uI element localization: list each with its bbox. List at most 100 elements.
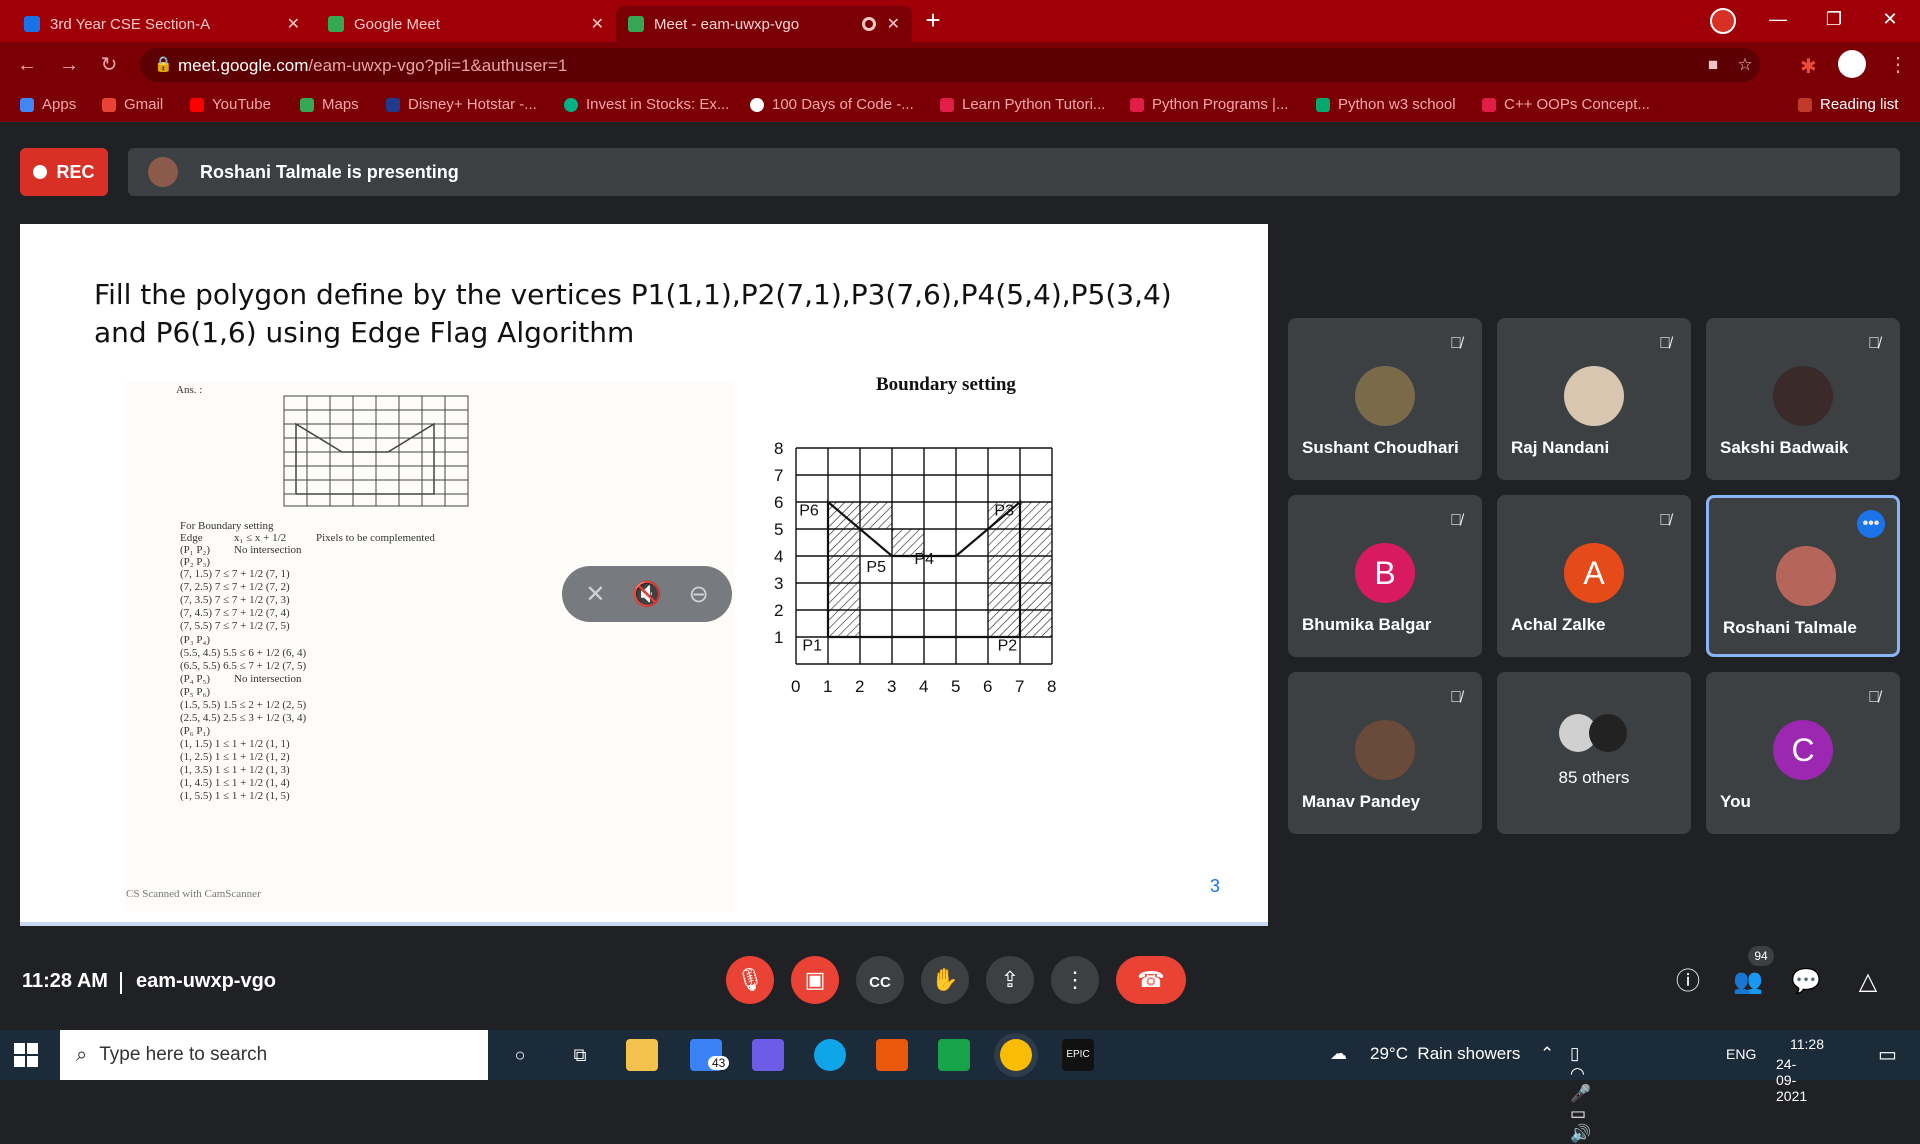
bookmark-gmail[interactable]: Gmail [102,96,163,113]
camera-icon[interactable]: ■ [1702,54,1724,76]
meeting-details-button[interactable]: ⓘ [1672,966,1704,998]
vertex-label: P5 [866,559,886,576]
new-tab-button[interactable]: + [920,7,946,34]
mute-presentation-icon[interactable]: 🔇 [632,580,662,609]
close-icon[interactable]: ✕ [1862,0,1918,38]
captions-icon: CC [869,974,891,991]
cortana-icon[interactable]: ○ [504,1039,536,1071]
extension-icon[interactable]: ✱ [1800,54,1817,79]
participant-tile[interactable]: 🎙̸ B Bhumika Balgar [1288,495,1482,657]
others-tile[interactable]: 85 others [1497,672,1691,834]
reload-icon[interactable]: ↻ [96,52,122,78]
close-tab-icon[interactable]: ✕ [287,14,300,34]
math-app-icon[interactable] [752,1039,784,1071]
chevron-up-icon[interactable]: ⌃ [1540,1044,1554,1064]
presenter-avatar [148,157,178,187]
chat-button[interactable]: 💬 [1790,966,1822,998]
participant-tile[interactable]: 🎙̸ Sushant Choudhari [1288,318,1482,480]
scan-text: (1, 3.5) 1 ≤ 1 + 1/2 (1, 3) [180,764,290,776]
tab-classroom[interactable]: 3rd Year CSE Section-A ✕ [12,6,312,42]
more-options-button[interactable]: ⋮ [1051,956,1099,1004]
epic-games-icon[interactable]: EPIC [1062,1039,1094,1071]
url-text: meet.google.com/eam-uwxp-vgo?pli=1&authu… [178,56,567,76]
avatar [1355,366,1415,426]
vertex-label: P6 [799,503,819,520]
raise-hand-button[interactable]: ✋ [921,956,969,1004]
bookmark-youtube[interactable]: YouTube [190,96,271,113]
participant-tile[interactable]: 🎙̸ A Achal Zalke [1497,495,1691,657]
activities-icon: △ [1858,968,1878,995]
participant-name: Sushant Choudhari [1302,438,1459,457]
y-axis-labels: 1 2 3 4 5 6 7 8 [774,439,783,647]
mic-off-icon: 🎙̸ [1450,335,1462,352]
tab-google-meet[interactable]: Google Meet ✕ [316,6,616,42]
bookmark-learn-python[interactable]: Learn Python Tutori... [940,96,1105,113]
mail-badge: 43 [708,1056,730,1070]
y-tick-label: 4 [774,547,783,566]
language-indicator[interactable]: ENG [1726,1046,1756,1062]
office-icon[interactable] [876,1039,908,1071]
scan-text: (1.5, 5.5) 1.5 ≤ 2 + 1/2 (2, 5) [180,699,307,711]
taskbar-search-box[interactable]: ⌕ Type here to search [60,1030,488,1080]
bookmark-apps[interactable]: Apps [20,96,76,113]
back-icon[interactable]: ← [14,52,40,78]
mic-toggle-button[interactable]: 🎙 [726,956,774,1004]
restore-icon[interactable]: ❐ [1806,0,1862,38]
bookmark-cpp[interactable]: C++ OOPs Concept... [1482,96,1650,113]
chrome-icon[interactable] [1000,1039,1032,1071]
hatched-cell [988,610,1020,637]
present-button[interactable]: ⇪ [986,956,1034,1004]
taskbar-date[interactable]: 24-09-2021 [1776,1056,1807,1104]
camera-toggle-button[interactable]: ▣ [791,956,839,1004]
hatched-cell [1020,610,1052,637]
participant-tile-selected[interactable]: ••• Roshani Talmale [1706,495,1900,657]
taskbar-time[interactable]: 11:28 [1790,1036,1824,1052]
close-tab-icon[interactable]: ✕ [887,14,900,34]
bookmark-stocks[interactable]: Invest in Stocks: Ex... [564,96,729,113]
participant-tile[interactable]: 🎙̸ Raj Nandani [1497,318,1691,480]
small-grid-figure [283,395,469,507]
menu-icon[interactable]: ⋮ [1888,52,1908,77]
bookmark-100days[interactable]: 100 Days of Code -... [750,96,914,113]
self-tile[interactable]: 🎙̸ C You [1706,672,1900,834]
leave-call-button[interactable]: ☎ [1116,956,1186,1004]
captions-button[interactable]: CC [856,956,904,1004]
more-options-icon[interactable]: ••• [1857,510,1885,538]
bookmark-w3[interactable]: Python w3 school [1316,96,1456,113]
bookmark-hotstar[interactable]: Disney+ Hotstar -... [386,96,537,113]
presenter-controls-overlay: ✕ 🔇 ⊖ [562,566,732,622]
avatar [1589,714,1627,752]
minimize-icon[interactable]: — [1750,0,1806,38]
weather-text[interactable]: 29°C Rain showers [1370,1044,1520,1064]
address-bar[interactable]: 🔒 meet.google.com/eam-uwxp-vgo?pli=1&aut… [140,48,1760,82]
close-tab-icon[interactable]: ✕ [591,14,604,34]
pin-off-icon[interactable]: ✕ [585,580,605,609]
tab-meet-active[interactable]: Meet - eam-uwxp-vgo ✕ [616,6,912,42]
people-button[interactable]: 👥 [1732,966,1764,998]
bookmark-maps[interactable]: Maps [300,96,359,113]
reading-list[interactable]: Reading list [1798,96,1898,113]
activities-button[interactable]: △ [1852,966,1884,998]
people-icon: 👥 [1733,968,1763,995]
notifications-icon[interactable]: ▭ [1878,1042,1897,1067]
task-view-icon[interactable]: ⧉ [564,1039,596,1071]
remove-icon[interactable]: ⊖ [689,580,709,609]
tray-icons[interactable]: ▯ ◠ 🎤 ▭ 🔊 [1570,1044,1591,1144]
profile-avatar[interactable] [1838,50,1866,78]
hotstar-icon [386,97,400,112]
forward-icon[interactable]: → [56,52,82,78]
edge-icon[interactable] [814,1039,846,1071]
avatar: C [1773,720,1833,780]
others-count: 85 others [1558,768,1630,787]
bookmark-star-icon[interactable]: ☆ [1734,54,1756,76]
tab-search-icon[interactable] [1710,8,1736,34]
bookmark-python-programs[interactable]: Python Programs |... [1130,96,1288,113]
participant-tile[interactable]: 🎙̸ Sakshi Badwaik [1706,318,1900,480]
y-tick-label: 6 [774,493,783,512]
x-tick-label: 5 [951,677,960,696]
xbox-icon[interactable] [938,1039,970,1071]
participant-tile[interactable]: 🎙̸ Manav Pandey [1288,672,1482,834]
windows-start-icon[interactable] [14,1043,38,1067]
windows-taskbar: ⌕ Type here to search ○ ⧉ 43 EPIC ☁ 29°C… [0,1030,1920,1143]
file-explorer-icon[interactable] [626,1039,658,1071]
